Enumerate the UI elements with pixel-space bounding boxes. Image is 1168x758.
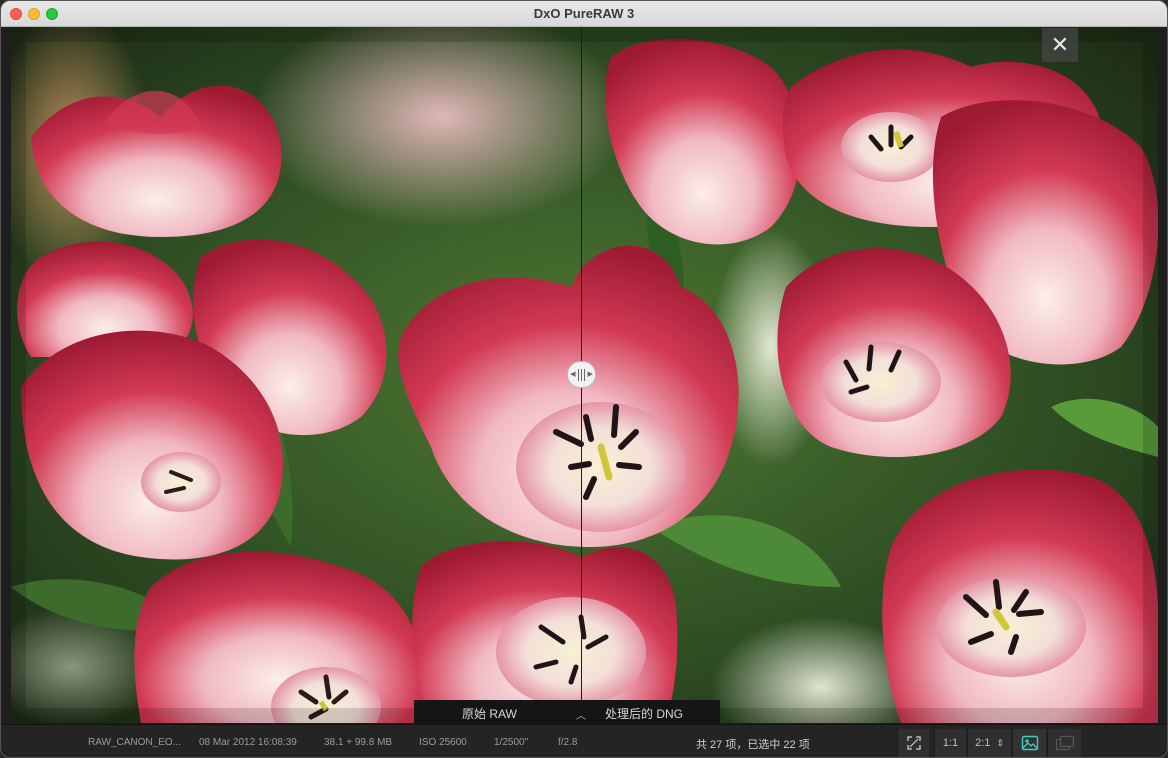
file-size: 38.1 + 99.8 MB [324,737,393,748]
zoom-2-1-label: 2:1 [975,737,991,749]
iso-value: ISO 25600 [419,737,467,748]
zoom-1-1-button[interactable]: 1:1 [934,729,966,757]
grip-icon [576,368,588,381]
single-view-button[interactable] [1012,729,1046,757]
side-by-side-icon [1055,735,1074,751]
comparison-slider-handle[interactable]: ◀ ▶ [567,361,596,388]
status-bar: RAW_CANON_EO... 08 Mar 2012 16:08:39 38.… [1,724,1167,757]
zoom-level-select[interactable]: 2:1 ⇕ [967,729,1011,757]
single-image-icon [1021,735,1038,751]
stepper-icon: ⇕ [996,737,1004,748]
aperture-value: f/2.8 [558,737,578,748]
compare-view-button[interactable] [1047,729,1081,757]
capture-date: 08 Mar 2012 16:08:39 [199,737,297,748]
title-bar: DxO PureRAW 3 [1,1,1167,27]
chevron-up-icon[interactable]: ︿ [569,707,593,723]
zoom-1-1-label: 1:1 [942,737,959,749]
close-icon: ✕ [1050,32,1070,57]
fit-to-screen-icon [906,736,921,750]
processed-dng-label: 处理后的 DNG [605,707,684,721]
close-viewer-button[interactable]: ✕ [1042,28,1078,62]
comparison-labels-bar: 原始 RAW ︿ 处理后的 DNG [414,700,720,724]
file-name: RAW_CANON_EO... [88,737,181,748]
window-title: DxO PureRAW 3 [533,6,635,21]
selection-count: 共 27 项，已选中 22 项 [696,739,810,751]
app-window: DxO PureRAW 3 ◀ ▶ ✕ 原始 RAW ︿ 处理后的 DNG RA… [0,0,1168,758]
fit-to-screen-button[interactable] [897,729,929,757]
arrow-right-icon: ▶ [587,371,593,378]
original-raw-label: 原始 RAW [462,707,517,721]
shutter-speed: 1/2500" [494,737,529,748]
